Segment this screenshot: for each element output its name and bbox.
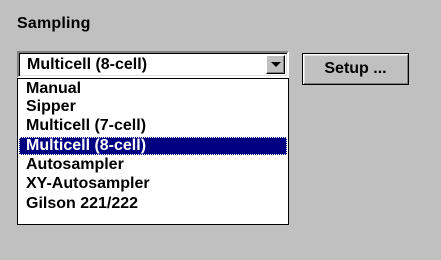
combobox-value: Multicell (8-cell) [27, 56, 148, 73]
sampling-panel: Sampling Multicell (8-cell) Manual Sippe… [0, 0, 441, 260]
sampling-combobox[interactable]: Multicell (8-cell) [17, 51, 289, 78]
group-title: Sampling [17, 15, 91, 32]
dropdown-item-multicell-7[interactable]: Multicell (7-cell) [19, 117, 287, 135]
dropdown-item-manual[interactable]: Manual [19, 80, 287, 98]
sampling-dropdown-list: Manual Sipper Multicell (7-cell) Multice… [17, 78, 289, 225]
dropdown-item-sipper[interactable]: Sipper [19, 98, 287, 116]
combobox-dropdown-button[interactable] [266, 55, 285, 74]
dropdown-item-multicell-8[interactable]: Multicell (8-cell) [19, 137, 287, 155]
setup-button[interactable]: Setup ... [302, 53, 409, 85]
dropdown-item-autosampler[interactable]: Autosampler [19, 156, 287, 174]
dropdown-item-xy-autosampler[interactable]: XY-Autosampler [19, 175, 287, 193]
dropdown-item-gilson[interactable]: Gilson 221/222 [19, 195, 287, 213]
chevron-down-icon [271, 62, 281, 67]
